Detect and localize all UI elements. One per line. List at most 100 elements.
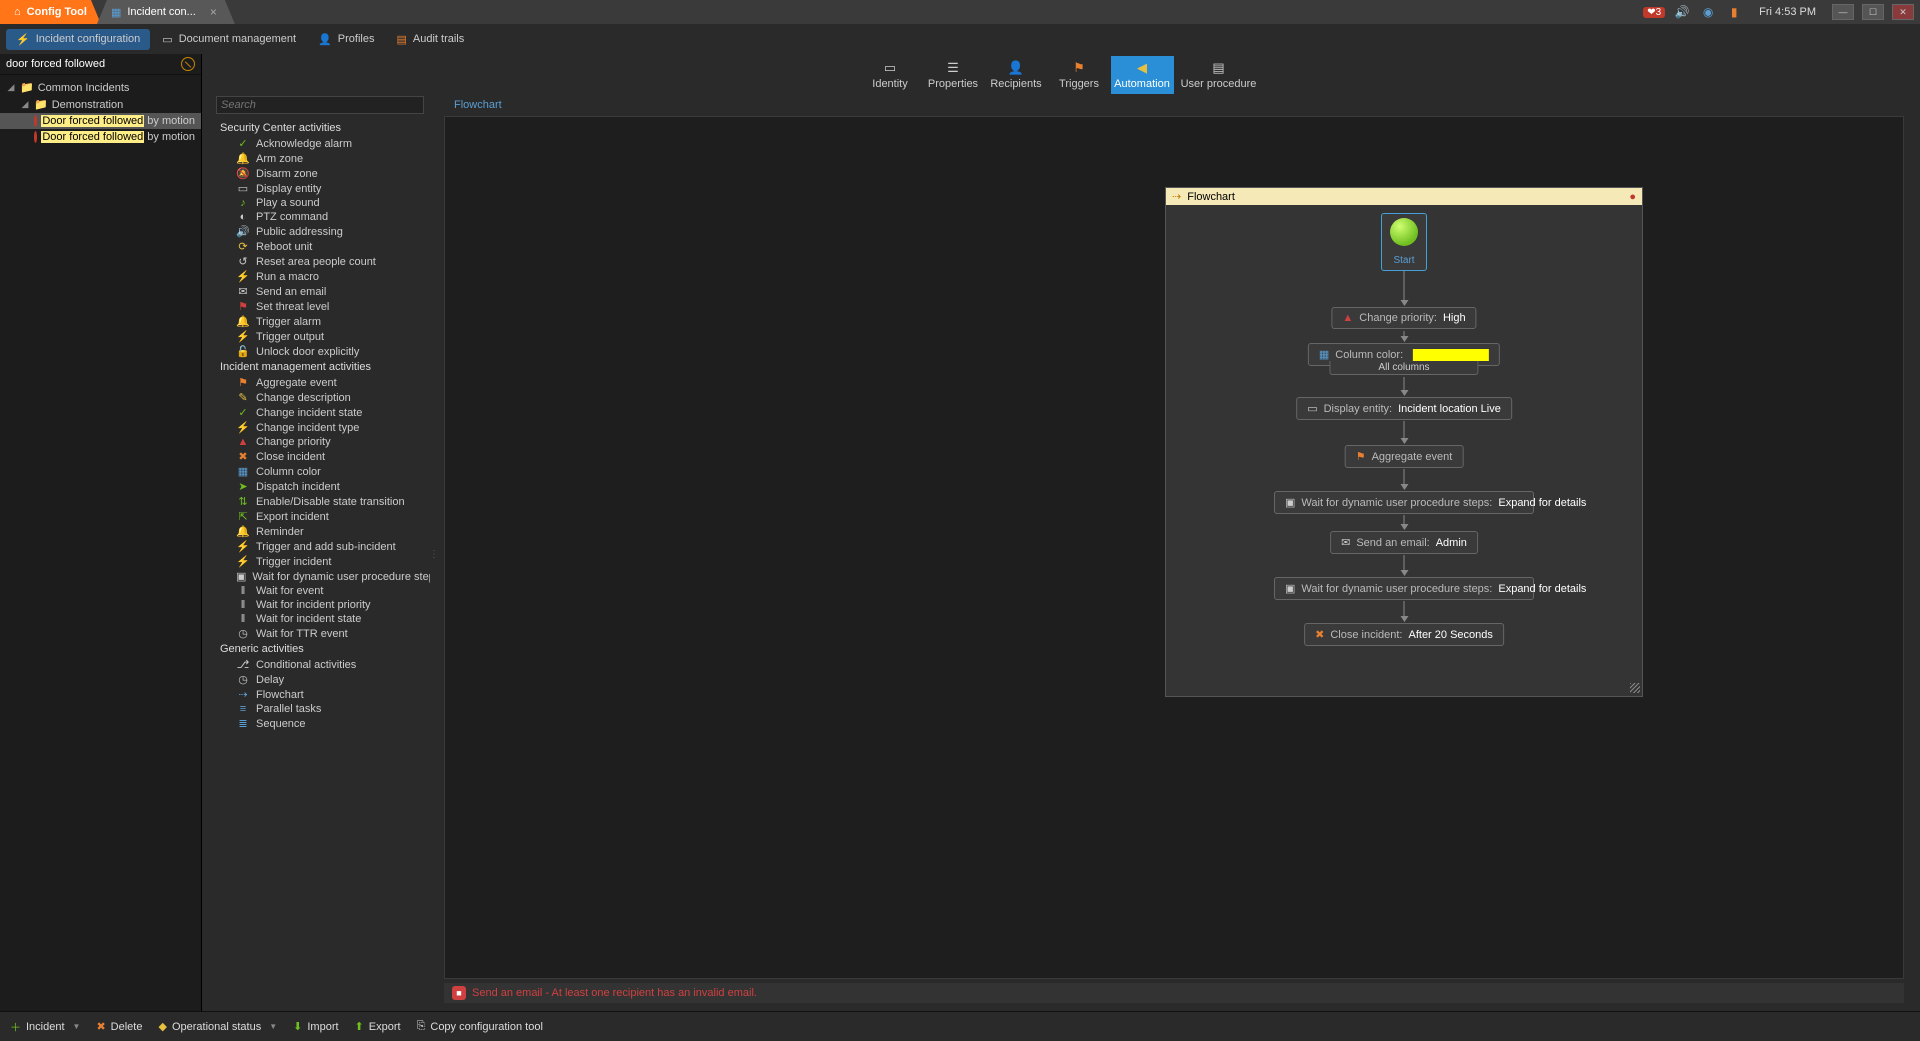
export-button[interactable]: ⬆ Export [355,1020,401,1033]
activity-icon: ‖ [236,613,250,625]
flow-node-label: Wait for dynamic user procedure steps: [1301,497,1492,509]
profiles-button[interactable]: 👤 Profiles [308,29,384,50]
tree-label: Demonstration [52,99,124,111]
activity-item[interactable]: ≣Sequence [210,716,430,731]
add-incident-button[interactable]: ＋ Incident ▼ [10,1019,80,1035]
activity-item[interactable]: ⎇Conditional activities [210,657,430,672]
activity-item[interactable]: ⇱Export incident [210,509,430,524]
copy-config-button[interactable]: ⎘ Copy configuration tool [417,1020,543,1033]
tab-automation[interactable]: ◀Automation [1111,56,1174,94]
activity-label: Wait for TTR event [256,628,348,640]
activity-item[interactable]: ♪Play a sound [210,196,430,210]
activity-icon: 🔊 [236,225,250,238]
activity-item[interactable]: ◐PTZ command [210,210,430,224]
activity-item[interactable]: ⚡Trigger and add sub-incident [210,539,430,554]
clear-search-icon[interactable] [181,57,195,71]
flow-node[interactable]: ▭Display entity:Incident location Live [1296,397,1512,420]
activity-item[interactable]: ▦Column color [210,464,430,479]
flow-node[interactable]: ✉Send an email:Admin [1330,531,1478,554]
volume-icon[interactable]: 🔊 [1673,4,1691,20]
app-tab[interactable]: ⌂ Config Tool [0,0,101,24]
activity-item[interactable]: 🔓Unlock door explicitly [210,344,430,359]
activity-item[interactable]: ⚡Run a macro [210,269,430,284]
activity-item[interactable]: 🔔Reminder [210,524,430,539]
tree-folder[interactable]: ◢📁Demonstration [0,96,201,113]
activity-item[interactable]: ≡Parallel tasks [210,702,430,716]
delete-button[interactable]: ✖ Delete [96,1020,142,1033]
operational-status-button[interactable]: ◆ Operational status ▼ [158,1020,277,1033]
activity-item[interactable]: ↺Reset area people count [210,254,430,269]
flow-node[interactable]: ▲Change priority:High [1331,307,1476,329]
activity-item[interactable]: ▲Change priority [210,435,430,449]
flow-node-start[interactable]: Start [1381,213,1427,271]
import-button[interactable]: ⬇ Import [293,1020,338,1033]
expand-icon[interactable]: ◢ [6,82,16,93]
activity-item[interactable]: ✓Acknowledge alarm [210,136,430,151]
activity-item[interactable]: ⇅Enable/Disable state transition [210,494,430,509]
flow-tab-flowchart[interactable]: Flowchart [444,97,512,113]
activity-item[interactable]: 🔕Disarm zone [210,166,430,181]
activity-label: Dispatch incident [256,481,340,493]
tray-notification-badge[interactable]: ❤3 [1643,7,1665,18]
tab-recipients[interactable]: 👤Recipients [985,56,1048,94]
activity-item[interactable]: ➤Dispatch incident [210,479,430,494]
activity-label: Change incident type [256,422,359,434]
flow-node[interactable]: ✖Close incident:After 20 Seconds [1304,623,1504,646]
activity-item[interactable]: ⚑Set threat level [210,299,430,314]
flow-start-label: Start [1393,255,1414,266]
flow-window-titlebar[interactable]: ⇢ Flowchart ● [1166,188,1642,205]
tree-item[interactable]: Door forced followed by motion [0,129,201,145]
flow-arrow [1404,515,1405,529]
activity-item[interactable]: 🔔Arm zone [210,151,430,166]
flow-body[interactable]: Start ▲Change priority:High▦Column color… [1166,205,1642,695]
close-tab-icon[interactable]: × [210,5,217,19]
resize-grip[interactable] [1630,683,1640,693]
activity-item[interactable]: ⚡Trigger output [210,329,430,344]
activity-item[interactable]: ⚡Trigger incident [210,554,430,569]
activity-item[interactable]: ▣Wait for dynamic user procedure steps [210,569,430,584]
activity-item[interactable]: ▭Display entity [210,181,430,196]
activity-item[interactable]: ⇢Flowchart [210,687,430,702]
activity-item[interactable]: ◷Wait for TTR event [210,626,430,641]
activities-search-input[interactable] [216,96,424,114]
tab-user-procedure[interactable]: ▤User procedure [1174,56,1264,94]
audit-trails-button[interactable]: ▤ Audit trails [386,29,474,50]
alert-icon[interactable]: ● [1629,191,1636,203]
splitter[interactable] [430,94,436,1003]
activity-item[interactable]: ✎Change description [210,390,430,405]
activity-item[interactable]: 🔔Trigger alarm [210,314,430,329]
tab-triggers[interactable]: ⚑Triggers [1048,56,1111,94]
tab-identity[interactable]: ▭Identity [859,56,922,94]
maximize-button[interactable]: ☐ [1862,4,1884,20]
incident-configuration-button[interactable]: ⚡ Incident configuration [6,29,150,50]
minimize-button[interactable]: — [1832,4,1854,20]
flow-node[interactable]: ⚑Aggregate event [1345,445,1464,468]
content: ▭Identity ☰Properties 👤Recipients ⚑Trigg… [202,54,1920,1011]
activity-item[interactable]: ‖Wait for event [210,584,430,598]
document-tab[interactable]: ▦ Incident con... × [97,0,235,24]
flow-node[interactable]: ▣Wait for dynamic user procedure steps:E… [1274,577,1534,600]
activity-item[interactable]: ◷Delay [210,672,430,687]
activity-item[interactable]: ‖Wait for incident state [210,612,430,626]
import-icon: ⬇ [293,1020,302,1033]
battery-icon[interactable]: ▮ [1725,4,1743,20]
activity-item[interactable]: ✉Send an email [210,284,430,299]
tree-item[interactable]: Door forced followed by motion [0,113,201,129]
activity-item[interactable]: ‖Wait for incident priority [210,598,430,612]
flow-canvas[interactable]: ⇢ Flowchart ● Start ▲Change priority:Hig… [444,116,1904,979]
activity-item[interactable]: 🔊Public addressing [210,224,430,239]
close-window-button[interactable]: ✕ [1892,4,1914,20]
tree-folder[interactable]: ◢📁Common Incidents [0,79,201,96]
activity-item[interactable]: ⚑Aggregate event [210,375,430,390]
sidebar-search-input[interactable] [6,58,181,70]
activity-item[interactable]: ⚡Change incident type [210,420,430,435]
flow-node[interactable]: ▣Wait for dynamic user procedure steps:E… [1274,491,1534,514]
expand-icon[interactable]: ◢ [20,99,30,110]
activity-item[interactable]: ⟳Reboot unit [210,239,430,254]
flow-node-icon: ▦ [1319,348,1329,361]
tab-properties[interactable]: ☰Properties [922,56,985,94]
activity-item[interactable]: ✖Close incident [210,449,430,464]
network-icon[interactable]: ◉ [1699,4,1717,20]
document-management-button[interactable]: ▭ Document management [152,29,306,50]
activity-item[interactable]: ✓Change incident state [210,405,430,420]
